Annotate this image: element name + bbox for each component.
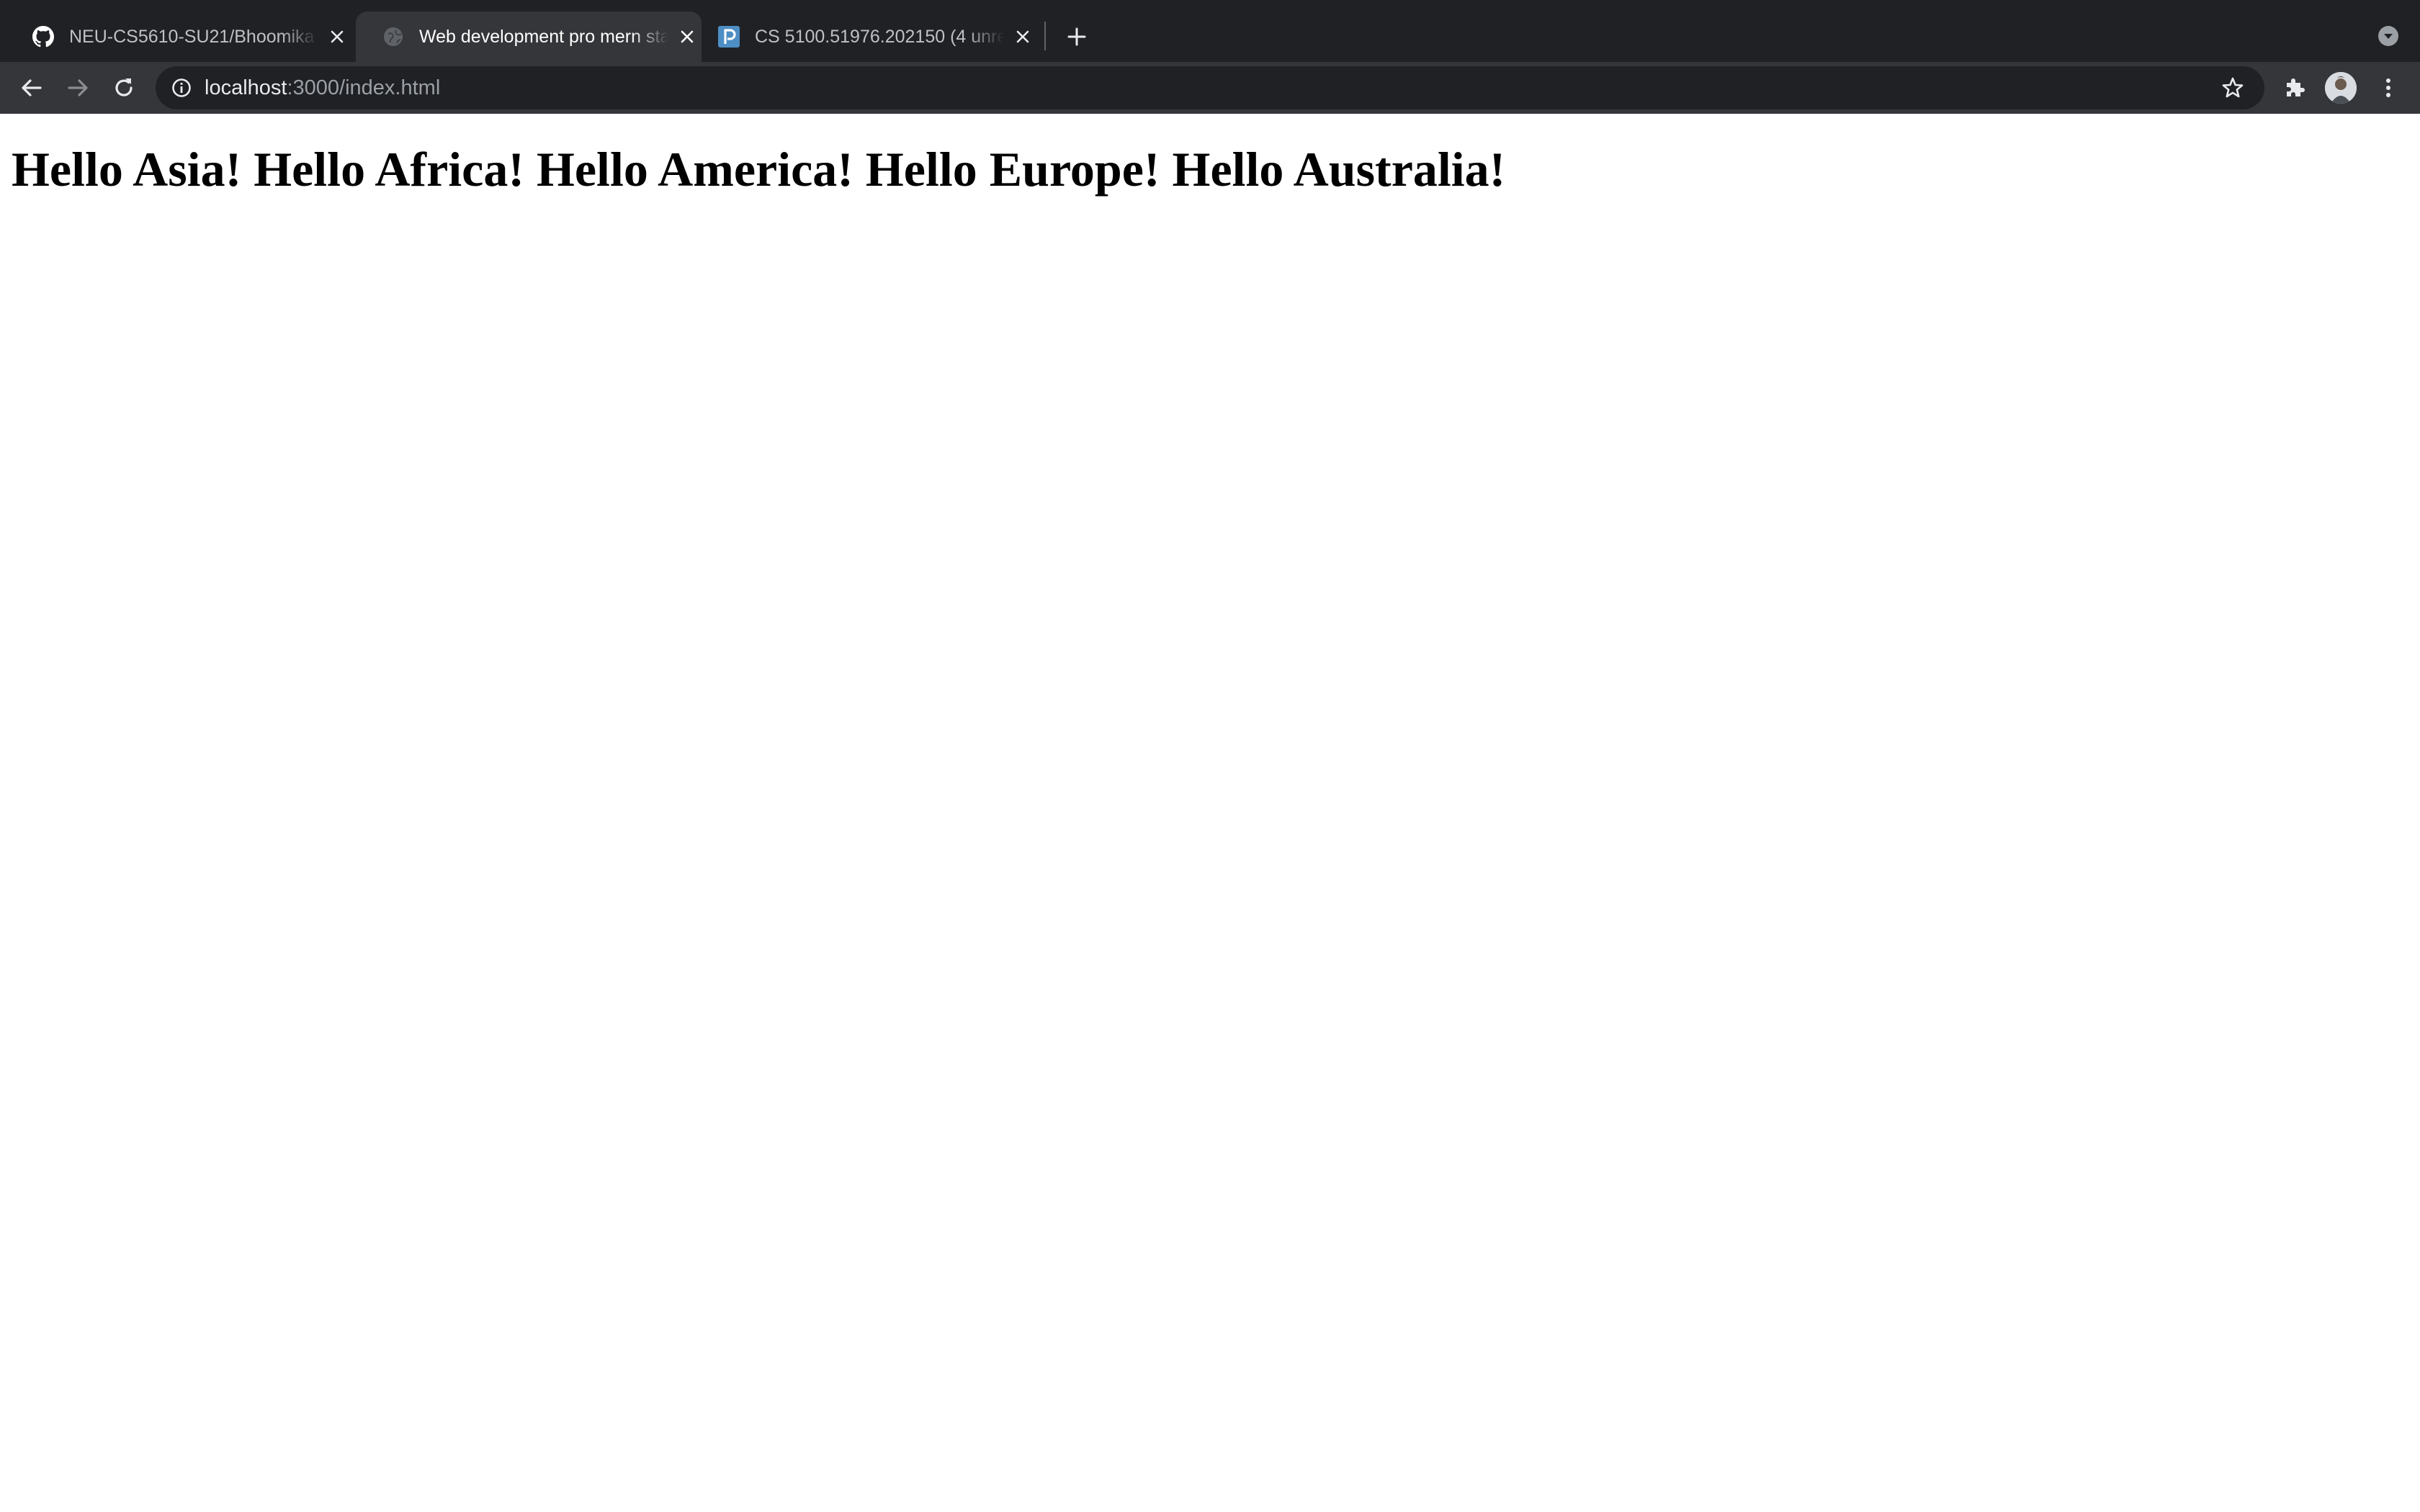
globe-icon: [382, 25, 405, 48]
tab-strip: NEU-CS5610-SU21/Bhoomika Web development…: [0, 0, 2420, 62]
more-vertical-icon: [2386, 78, 2390, 97]
address-bar[interactable]: localhost:3000/index.html: [156, 66, 2264, 109]
tab-title: Web development pro mern stack: [419, 26, 668, 47]
tab-github[interactable]: NEU-CS5610-SU21/Bhoomika: [6, 12, 350, 62]
info-icon[interactable]: [169, 75, 194, 101]
chevron-down-icon: [2378, 26, 2398, 46]
close-icon[interactable]: [1010, 24, 1036, 50]
back-button[interactable]: [14, 71, 49, 105]
tab-search-button[interactable]: [2374, 22, 2403, 50]
url-text[interactable]: localhost:3000/index.html: [205, 66, 440, 109]
arrow-right-icon: [68, 79, 88, 96]
tab-title: NEU-CS5610-SU21/Bhoomika: [69, 26, 315, 47]
url-path: :3000/index.html: [287, 76, 441, 99]
url-host: localhost: [205, 76, 287, 99]
tab-separator: [1044, 22, 1046, 50]
tab-active-web-development[interactable]: Web development pro mern stack: [356, 12, 702, 62]
profile-avatar[interactable]: [2325, 72, 2357, 104]
menu-button[interactable]: [2371, 71, 2406, 105]
piazza-icon: [717, 25, 740, 48]
plus-icon: [1067, 27, 1086, 46]
tab-piazza[interactable]: CS 5100.51976.202150 (4 unread): [691, 12, 1036, 62]
arrow-left-icon: [22, 79, 42, 96]
tab-title: CS 5100.51976.202150 (4 unread): [755, 26, 1004, 47]
bookmark-star-icon[interactable]: [2220, 75, 2246, 101]
forward-button[interactable]: [60, 71, 95, 105]
page-viewport: Hello Asia! Hello Africa! Hello America!…: [0, 114, 2420, 1512]
github-icon: [32, 25, 55, 48]
browser-toolbar: localhost:3000/index.html: [0, 62, 2420, 114]
reload-icon: [115, 78, 133, 96]
new-tab-button[interactable]: [1060, 20, 1093, 53]
extensions-button[interactable]: [2277, 71, 2312, 105]
puzzle-icon: [2287, 78, 2305, 96]
page-heading: Hello Asia! Hello Africa! Hello America!…: [12, 142, 1506, 197]
reload-button[interactable]: [107, 71, 141, 105]
close-icon[interactable]: [324, 24, 350, 50]
